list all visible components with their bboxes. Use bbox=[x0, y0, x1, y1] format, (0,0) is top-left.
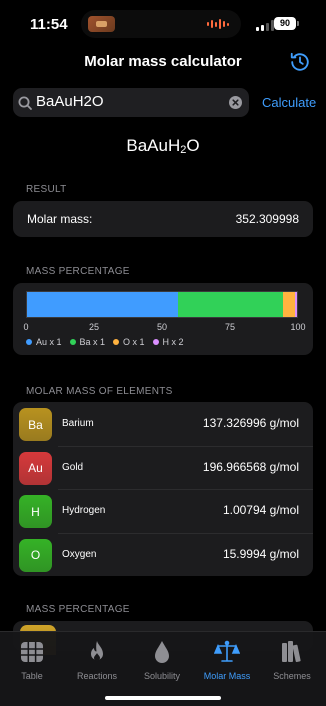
tab-label: Reactions bbox=[76, 671, 118, 681]
element-badge: Au bbox=[19, 451, 52, 485]
now-playing-artwork-icon bbox=[88, 16, 115, 32]
element-mass: 196.966568 g/mol bbox=[202, 459, 299, 474]
element-row-barium[interactable]: Ba Barium 137.326996 g/mol bbox=[13, 402, 313, 446]
bar-segment bbox=[177, 292, 284, 317]
audio-waveform-icon bbox=[207, 18, 229, 30]
legend-label: Ba x 1 bbox=[79, 337, 106, 347]
tab-solubility[interactable]: Solubility bbox=[130, 639, 194, 681]
clear-icon[interactable] bbox=[229, 96, 242, 109]
result-card: Molar mass: 352.309998 bbox=[13, 201, 313, 237]
legend-label: O x 1 bbox=[123, 337, 145, 347]
books-icon bbox=[282, 641, 301, 663]
legend-label: Au x 1 bbox=[36, 337, 62, 347]
element-badge: Ba bbox=[19, 408, 52, 441]
tab-molar-mass[interactable]: Molar Mass bbox=[195, 639, 259, 681]
element-mass: 1.00794 g/mol bbox=[222, 503, 299, 517]
tick-label: 25 bbox=[88, 322, 100, 332]
legend-item: Au x 1 bbox=[26, 337, 62, 347]
scale-icon bbox=[214, 640, 240, 662]
chart-legend: Au x 1 Ba x 1 O x 1 H x 2 bbox=[26, 337, 184, 347]
elements-section-label: MOLAR MASS OF ELEMENTS bbox=[26, 386, 173, 397]
legend-dot bbox=[69, 339, 76, 345]
element-row-hydrogen[interactable]: H Hydrogen 1.00794 g/mol bbox=[13, 489, 313, 533]
element-name: Hydrogen bbox=[62, 505, 106, 516]
result-section-label: RESULT bbox=[26, 184, 67, 195]
grid-icon bbox=[21, 642, 43, 662]
status-bar: 11:54 90 bbox=[0, 0, 326, 48]
formula-part: O bbox=[186, 136, 200, 155]
legend-item: O x 1 bbox=[113, 337, 145, 347]
status-time: 11:54 bbox=[30, 16, 68, 33]
tick-label: 75 bbox=[224, 322, 236, 332]
tick-label: 50 bbox=[156, 322, 168, 332]
chart-ticks: 0 25 50 75 100 bbox=[23, 322, 305, 334]
stacked-bar bbox=[26, 291, 298, 318]
element-mass: 15.9994 g/mol bbox=[222, 546, 299, 561]
element-name: Barium bbox=[62, 418, 94, 429]
elements-card: Ba Barium 137.326996 g/mol Au Gold 196.966568… bbox=[13, 402, 313, 576]
flame-icon bbox=[91, 641, 103, 661]
tab-label: Solubility bbox=[143, 671, 181, 681]
formula-display: BaAuH2O bbox=[0, 136, 326, 156]
drop-icon bbox=[155, 641, 169, 663]
tab-label: Schemes bbox=[273, 671, 311, 681]
signal-icon bbox=[256, 20, 274, 31]
legend-dot bbox=[113, 339, 120, 345]
element-badge: O bbox=[19, 538, 52, 572]
element-row-oxygen[interactable]: O Oxygen 15.9994 g/mol bbox=[13, 532, 313, 577]
mass-percentage-chart: 0 25 50 75 100 Au x 1 Ba x 1 O x 1 H x 2 bbox=[13, 283, 313, 355]
tick-label: 0 bbox=[23, 322, 29, 332]
dynamic-island bbox=[81, 10, 241, 38]
home-indicator bbox=[105, 696, 221, 700]
divider bbox=[58, 489, 313, 490]
element-badge: H bbox=[19, 495, 52, 528]
divider bbox=[58, 445, 313, 447]
formula-part: BaAuH bbox=[126, 136, 181, 155]
tab-table[interactable]: Table bbox=[0, 639, 64, 681]
search-icon bbox=[18, 96, 32, 110]
element-row-gold[interactable]: Au Gold 196.966568 g/mol bbox=[13, 445, 313, 490]
tab-bar: Table Reactions Solubility Molar Mass Sc… bbox=[0, 631, 326, 706]
mass-percentage-section-label: MASS PERCENTAGE bbox=[26, 266, 130, 277]
calculate-button[interactable]: Calculate bbox=[262, 95, 316, 110]
legend-item: Ba x 1 bbox=[69, 337, 106, 347]
bar-segment bbox=[27, 292, 178, 317]
bar-segment bbox=[283, 292, 296, 317]
divider bbox=[58, 532, 313, 534]
page-title: Molar mass calculator bbox=[84, 53, 242, 70]
legend-label: H x 2 bbox=[162, 337, 184, 347]
tab-label: Table bbox=[21, 671, 43, 681]
bar-segment bbox=[295, 292, 297, 317]
tab-reactions[interactable]: Reactions bbox=[65, 639, 129, 681]
tab-schemes[interactable]: Schemes bbox=[260, 639, 324, 681]
search-value[interactable]: BaAuH2O bbox=[36, 93, 104, 110]
legend-dot bbox=[26, 339, 32, 345]
legend-dot bbox=[152, 339, 159, 345]
search-input[interactable]: BaAuH2O bbox=[13, 88, 249, 117]
second-section-label: MASS PERCENTAGE bbox=[26, 604, 130, 615]
molar-mass-value: 352.309998 bbox=[235, 212, 299, 226]
element-name: Gold bbox=[62, 461, 84, 473]
battery-icon: 90 bbox=[274, 17, 299, 30]
element-name: Oxygen bbox=[62, 548, 97, 560]
molar-mass-label: Molar mass: bbox=[27, 212, 93, 226]
element-mass: 137.326996 g/mol bbox=[202, 416, 299, 430]
tab-label: Molar Mass bbox=[203, 671, 251, 681]
history-icon[interactable] bbox=[289, 51, 311, 73]
tick-label: 100 bbox=[290, 322, 306, 332]
legend-item: H x 2 bbox=[152, 337, 184, 347]
